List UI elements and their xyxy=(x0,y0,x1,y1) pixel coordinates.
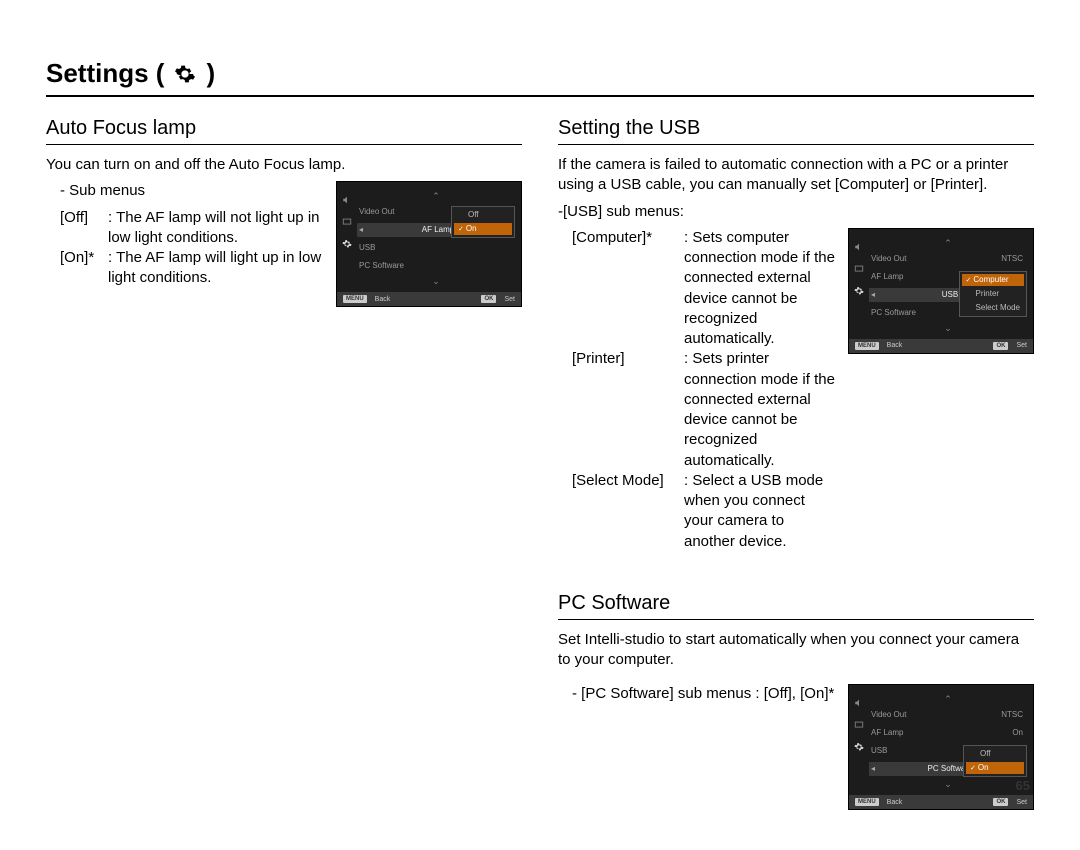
back-label: Back xyxy=(887,342,903,349)
option-desc: : Select a USB mode when you connect you… xyxy=(684,471,838,552)
section-heading: Auto Focus lamp xyxy=(46,117,522,145)
menu-button-icon: MENU xyxy=(855,342,879,350)
menu-row: PC Software xyxy=(357,259,515,273)
camera-screenshot-pc-software: ⌃ Video OutNTSC AF LampOn USBComputer ◂P… xyxy=(848,684,1034,810)
menu-row: USB xyxy=(357,241,515,255)
intro-text: You can turn on and off the Auto Focus l… xyxy=(46,155,522,175)
section-heading: PC Software xyxy=(558,592,1034,620)
ok-button-icon: OK xyxy=(481,295,496,303)
submenu-item: [Printer] : Sets printer connection mode… xyxy=(572,349,838,471)
gear-icon xyxy=(341,238,353,250)
caret-down-icon: ⌄ xyxy=(357,277,515,286)
gear-icon xyxy=(174,63,196,85)
caret-up-icon: ⌃ xyxy=(869,695,1027,704)
gear-icon xyxy=(853,741,865,753)
option-desc: : Sets printer connection mode if the co… xyxy=(684,349,838,471)
menu-button-icon: MENU xyxy=(855,798,879,806)
page-title: Settings ( ) xyxy=(46,58,1034,97)
caret-down-icon: ⌄ xyxy=(869,324,1027,333)
camera-screenshot-af-lamp: ⌃ Video OutNTSC ◂AF Lamp USB PC Software… xyxy=(336,181,522,307)
dropdown-option: Off xyxy=(454,209,512,221)
menu-row: AF LampOn xyxy=(869,726,1027,740)
sound-icon xyxy=(853,241,865,253)
submenu-item: [Off] : The AF lamp will not light up in… xyxy=(60,208,326,249)
sub-menus-label: - Sub menus xyxy=(46,181,326,201)
title-suffix: ) xyxy=(206,58,215,89)
menu-button-icon: MENU xyxy=(343,295,367,303)
dropdown-option-active: Computer xyxy=(962,274,1024,286)
option-desc: : The AF lamp will not light up in low l… xyxy=(108,208,326,249)
dropdown-option-active: On xyxy=(454,223,512,235)
dropdown-option-active: On xyxy=(966,762,1024,774)
submenu-item: [Select Mode] : Select a USB mode when y… xyxy=(572,471,838,552)
caret-up-icon: ⌃ xyxy=(869,239,1027,248)
display-icon xyxy=(341,216,353,228)
option-desc: : The AF lamp will light up in low light… xyxy=(108,248,326,289)
option-label: [Select Mode] xyxy=(572,471,684,552)
section-heading: Setting the USB xyxy=(558,117,1034,145)
page-number: 65 xyxy=(1016,778,1030,793)
display-icon xyxy=(853,719,865,731)
set-label: Set xyxy=(504,296,515,303)
dropdown-option: Printer xyxy=(962,288,1024,300)
sound-icon xyxy=(853,697,865,709)
gear-icon xyxy=(853,285,865,297)
submenu-item: [Computer]* : Sets computer connection m… xyxy=(572,228,838,350)
sub-menus-text: - [PC Software] sub menus : [Off], [On]* xyxy=(558,684,838,704)
option-label: [On]* xyxy=(60,248,108,289)
menu-row: Video OutNTSC xyxy=(869,252,1027,266)
intro-text: If the camera is failed to automatic con… xyxy=(558,155,1034,196)
pc-software-section: PC Software Set Intelli-studio to start … xyxy=(558,592,1034,811)
set-label: Set xyxy=(1016,342,1027,349)
dropdown-menu: Computer Printer Select Mode xyxy=(959,271,1027,317)
dropdown-option: Off xyxy=(966,748,1024,760)
caret-down-icon: ⌄ xyxy=(869,780,1027,789)
camera-footer: MENU Back OK Set xyxy=(337,292,521,306)
set-label: Set xyxy=(1016,799,1027,806)
dropdown-menu: Off On xyxy=(963,745,1027,777)
caret-up-icon: ⌃ xyxy=(357,192,515,201)
submenu-item: [On]* : The AF lamp will light up in low… xyxy=(60,248,326,289)
title-prefix: Settings ( xyxy=(46,58,164,89)
camera-screenshot-usb: ⌃ Video OutNTSC AF LampOn ◂USB PC Softwa… xyxy=(848,228,1034,354)
back-label: Back xyxy=(887,799,903,806)
intro-text: Set Intelli-studio to start automaticall… xyxy=(558,630,1034,671)
ok-button-icon: OK xyxy=(993,798,1008,806)
camera-footer: MENU Back OK Set xyxy=(849,795,1033,809)
display-icon xyxy=(853,263,865,275)
camera-footer: MENU Back OK Set xyxy=(849,339,1033,353)
back-label: Back xyxy=(375,296,391,303)
option-label: [Printer] xyxy=(572,349,684,471)
sound-icon xyxy=(341,194,353,206)
setting-usb-section: Setting the USB If the camera is failed … xyxy=(558,117,1034,552)
sub-menus-label: -[USB] sub menus: xyxy=(558,202,1034,222)
option-desc: : Sets computer connection mode if the c… xyxy=(684,228,838,350)
dropdown-option: Select Mode xyxy=(962,302,1024,314)
option-label: [Computer]* xyxy=(572,228,684,350)
menu-row: Video OutNTSC xyxy=(869,708,1027,722)
auto-focus-lamp-section: Auto Focus lamp You can turn on and off … xyxy=(46,117,522,307)
dropdown-menu: Off On xyxy=(451,206,515,238)
ok-button-icon: OK xyxy=(993,342,1008,350)
option-label: [Off] xyxy=(60,208,108,249)
